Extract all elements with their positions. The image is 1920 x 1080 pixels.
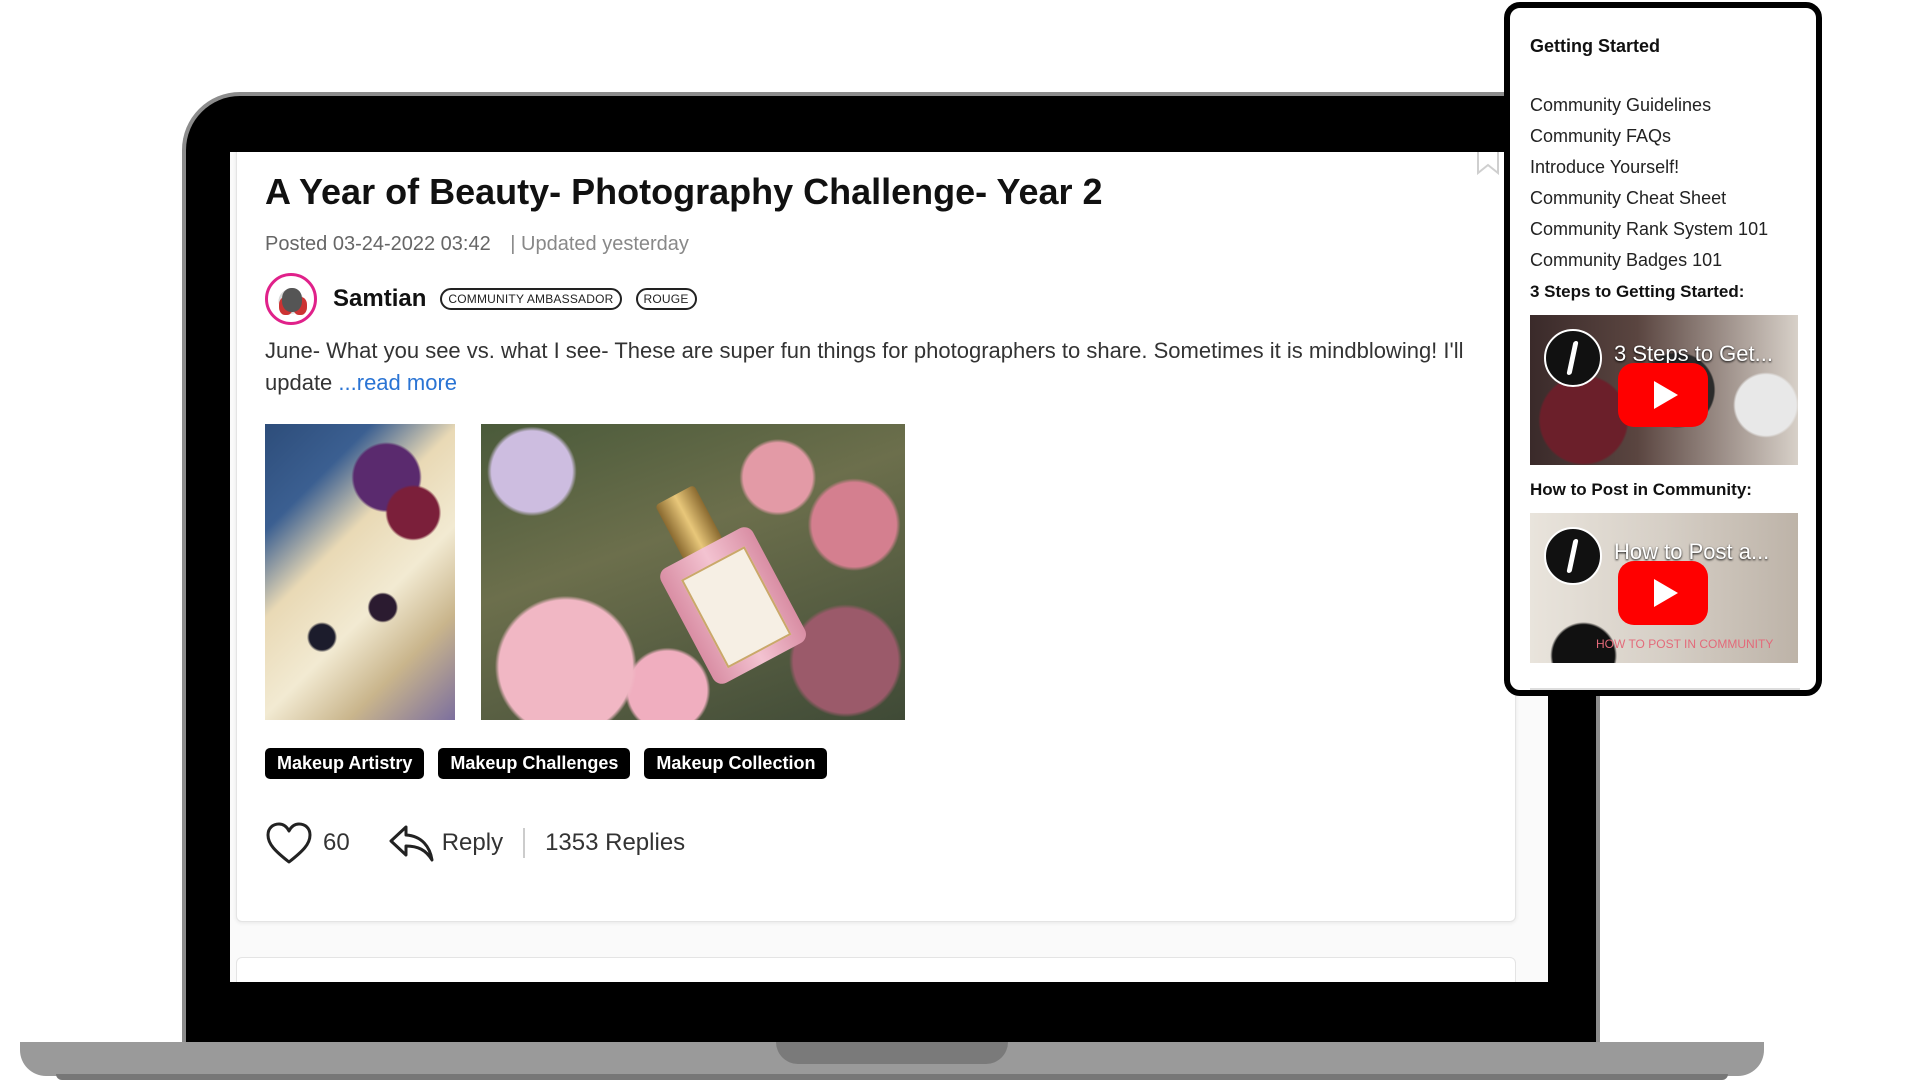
reply-button[interactable]: Reply: [442, 829, 503, 857]
getting-started-panel: Getting Started Community Guidelines Com…: [1504, 2, 1822, 696]
channel-logo-icon: [1544, 329, 1602, 387]
perfume-bottle-graphic: [621, 467, 816, 691]
author-name[interactable]: Samtian: [333, 285, 426, 313]
getting-started-heading: Getting Started: [1530, 36, 1661, 56]
link-introduce-yourself[interactable]: Introduce Yourself!: [1530, 152, 1768, 183]
post-card: A Year of Beauty- Photography Challenge-…: [236, 152, 1516, 922]
laptop-notch: [776, 1042, 1008, 1064]
author-row: Samtian COMMUNITY AMBASSADOR ROUGE: [265, 271, 697, 327]
post-body: June- What you see vs. what I see- These…: [265, 335, 1465, 399]
channel-logo-icon: [1544, 527, 1602, 585]
heart-icon[interactable]: [265, 821, 313, 865]
link-community-cheat-sheet[interactable]: Community Cheat Sheet: [1530, 183, 1768, 214]
how-to-post-heading: How to Post in Community:: [1530, 480, 1752, 499]
video-3-steps[interactable]: 3 Steps to Get...: [1530, 315, 1798, 465]
laptop-screen: A Year of Beauty- Photography Challenge-…: [230, 152, 1548, 982]
badge-rouge: ROUGE: [635, 288, 697, 310]
actions-divider: [523, 828, 526, 858]
youtube-play-icon[interactable]: [1618, 561, 1708, 625]
post-actions: 60 Reply 1353 Replies: [265, 821, 685, 865]
bookmark-icon[interactable]: [1475, 152, 1501, 175]
video-how-to-post[interactable]: How to Post a... HOW TO POST IN COMMUNIT…: [1530, 513, 1798, 663]
replies-count[interactable]: 1353 Replies: [545, 829, 685, 857]
link-community-guidelines[interactable]: Community Guidelines: [1530, 90, 1768, 121]
avatar[interactable]: [265, 273, 317, 325]
tag-makeup-challenges[interactable]: Makeup Challenges: [438, 748, 631, 779]
steps-heading: 3 Steps to Getting Started:: [1530, 282, 1745, 301]
tag-makeup-collection[interactable]: Makeup Collection: [644, 748, 828, 779]
tag-list: Makeup Artistry Makeup Challenges Makeup…: [265, 748, 828, 779]
tag-makeup-artistry[interactable]: Makeup Artistry: [265, 748, 425, 779]
reply-icon[interactable]: [388, 823, 436, 863]
link-community-badges[interactable]: Community Badges 101: [1530, 245, 1768, 276]
youtube-play-icon[interactable]: [1618, 363, 1708, 427]
getting-started-links: Community Guidelines Community FAQs Intr…: [1530, 90, 1768, 276]
link-community-rank-system[interactable]: Community Rank System 101: [1530, 214, 1768, 245]
laptop-base-shadow: [56, 1074, 1728, 1080]
video-2-caption: HOW TO POST IN COMMUNITY: [1596, 637, 1774, 651]
post-photo-2[interactable]: [481, 424, 905, 720]
read-more-link[interactable]: ...read more: [338, 370, 457, 395]
like-count: 60: [323, 829, 350, 856]
panel-bottom-divider: [1530, 688, 1800, 690]
posted-date: Posted 03-24-2022 03:42: [265, 233, 491, 255]
post-title[interactable]: A Year of Beauty- Photography Challenge-…: [265, 171, 1103, 213]
post-photo-1[interactable]: [265, 424, 455, 720]
link-community-faqs[interactable]: Community FAQs: [1530, 121, 1768, 152]
next-post-card: [236, 957, 1516, 982]
updated-date: | Updated yesterday: [510, 233, 689, 255]
post-meta: Posted 03-24-2022 03:42 | Updated yester…: [265, 233, 695, 256]
badge-community-ambassador: COMMUNITY AMBASSADOR: [440, 288, 622, 310]
